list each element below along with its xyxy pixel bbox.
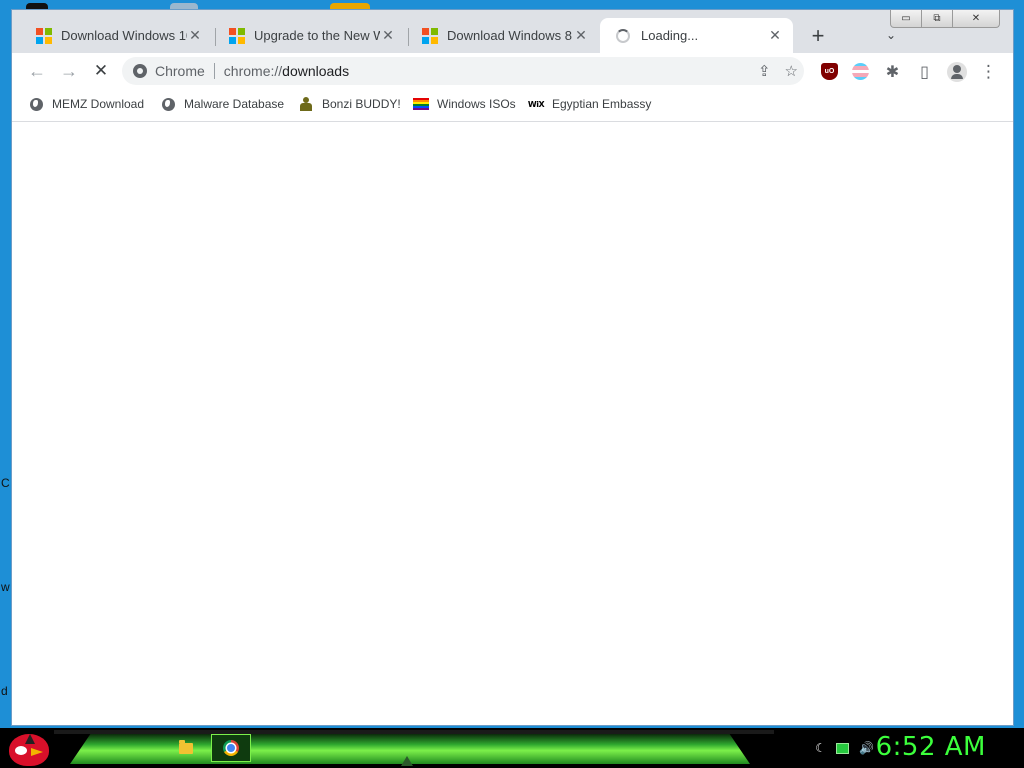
close-icon[interactable]: ✕ — [187, 27, 203, 44]
wix-icon: WiX — [527, 99, 545, 109]
toolbar: ← → ✕ Chrome chrome://downloads ⇪ ☆ uO ✱… — [12, 53, 1013, 89]
menu-kebab-icon[interactable]: ⋮ — [980, 62, 997, 81]
microsoft-logo-icon — [422, 27, 438, 44]
bookmark-label: Bonzi BUDDY! — [322, 97, 401, 111]
url-path: downloads — [282, 63, 350, 79]
taskbar: ☾ 🔊 6:52 AM — [0, 728, 1024, 768]
bookmark-malware-database[interactable]: Malware Database — [160, 97, 284, 111]
system-tray: ☾ 🔊 — [815, 741, 874, 755]
tab-download-windows-10[interactable]: Download Windows 10 ✕ — [20, 18, 213, 53]
tray-app-icon[interactable]: ☾ — [815, 741, 826, 755]
url-text: chrome://downloads — [224, 63, 349, 79]
tab-title: Upgrade to the New Windows — [254, 28, 380, 43]
angry-bird-icon — [9, 734, 49, 766]
microsoft-logo-icon — [229, 27, 245, 44]
back-button[interactable]: ← — [25, 60, 49, 82]
chrome-window: Download Windows 10 ✕ Upgrade to the New… — [11, 9, 1014, 726]
side-panel-icon[interactable]: ▯ — [916, 63, 933, 81]
close-icon[interactable]: ✕ — [767, 27, 783, 44]
folder-icon — [179, 739, 193, 754]
bookmark-egyptian-embassy[interactable]: WiX Egyptian Embassy — [527, 97, 652, 111]
close-icon[interactable]: ✕ — [380, 27, 396, 44]
bookmark-label: Malware Database — [184, 97, 285, 111]
tab-download-windows-81[interactable]: Download Windows 8.1 ✕ — [406, 18, 599, 53]
bookmark-label: Windows ISOs — [437, 97, 516, 111]
omnibox-divider — [213, 63, 215, 79]
address-bar[interactable]: Chrome chrome://downloads ⇪ ☆ — [122, 57, 804, 85]
loading-spinner-icon — [616, 28, 630, 43]
minimize-button[interactable]: ▭ — [890, 10, 922, 28]
globe-icon — [28, 97, 44, 111]
tab-title: Loading... — [641, 28, 699, 43]
ublock-origin-icon[interactable]: uO — [821, 63, 838, 80]
chrome-site-icon — [133, 64, 147, 78]
chrome-logo-icon — [223, 740, 239, 756]
site-chip-label: Chrome — [155, 63, 205, 79]
bookmark-bonzi-buddy[interactable]: Bonzi BUDDY! — [298, 97, 401, 111]
tab-title: Download Windows 10 — [61, 28, 187, 43]
desktop-label-fragment: d — [1, 684, 8, 698]
new-tab-button[interactable]: + — [807, 25, 829, 47]
tab-strip: Download Windows 10 ✕ Upgrade to the New… — [12, 10, 1013, 53]
close-icon[interactable]: ✕ — [573, 27, 589, 44]
taskbar-arrow-icon — [401, 756, 413, 766]
stop-loading-button[interactable]: ✕ — [89, 60, 113, 82]
tab-title: Download Windows 8.1 — [447, 28, 573, 43]
rainbow-flag-icon — [413, 97, 429, 111]
desktop-label-fragment: w — [1, 580, 10, 594]
taskbar-file-explorer[interactable] — [166, 734, 206, 762]
network-icon[interactable] — [836, 742, 850, 754]
forward-button[interactable]: → — [57, 60, 81, 82]
trans-flag-extension-icon[interactable] — [852, 63, 869, 80]
extensions-puzzle-icon[interactable]: ✱ — [884, 63, 901, 81]
taskbar-chrome[interactable] — [211, 734, 251, 762]
start-button[interactable] — [3, 728, 53, 768]
tab-loading[interactable]: Loading... ✕ — [600, 18, 793, 53]
maximize-button[interactable]: ⧉ — [921, 10, 953, 28]
bookmark-star-icon[interactable]: ☆ — [785, 62, 798, 80]
bookmark-windows-isos[interactable]: Windows ISOs — [413, 97, 516, 111]
bookmark-label: Egyptian Embassy — [552, 97, 652, 111]
page-content — [12, 122, 1013, 725]
omnibox-actions: ⇪ ☆ — [758, 62, 798, 80]
tab-search-button[interactable]: ⌄ — [886, 28, 896, 42]
taskbar-clock[interactable]: 6:52 AM — [876, 732, 986, 762]
volume-icon[interactable]: 🔊 — [859, 741, 874, 755]
globe-icon — [160, 97, 176, 111]
profile-avatar-icon[interactable] — [947, 62, 967, 82]
microsoft-logo-icon — [36, 27, 52, 44]
tab-upgrade-windows[interactable]: Upgrade to the New Windows ✕ — [213, 18, 406, 53]
bookmark-label: MEMZ Download — [52, 97, 145, 111]
desktop-label-fragment: C — [1, 476, 10, 490]
share-icon[interactable]: ⇪ — [758, 62, 771, 80]
window-controls: ▭ ⧉ ✕ — [890, 10, 1000, 28]
close-window-button[interactable]: ✕ — [952, 10, 1000, 28]
taskbar-rail — [54, 730, 774, 734]
bonzi-icon — [298, 97, 314, 111]
url-scheme: chrome:// — [223, 63, 283, 79]
bookmarks-bar: MEMZ Download Malware Database Bonzi BUD… — [12, 89, 1013, 122]
bookmark-memz-download[interactable]: MEMZ Download — [28, 97, 144, 111]
